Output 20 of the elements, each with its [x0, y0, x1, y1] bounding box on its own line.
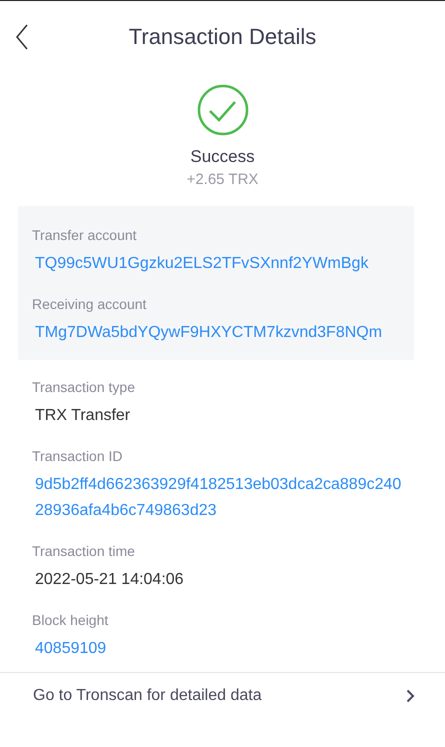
tronscan-link[interactable]: Go to Tronscan for detailed data — [0, 673, 445, 719]
field-link[interactable]: TQ99c5WU1Ggzku2ELS2TFvSXnnf2YWmBgk — [32, 251, 400, 277]
field-link[interactable]: TMg7DWa5bdYQywF9HXYCTM7kzvnd3F8NQm — [32, 320, 400, 346]
page-title: Transaction Details — [128, 22, 316, 50]
field-label: Transaction time — [32, 542, 136, 561]
tronscan-link-label: Go to Tronscan for detailed data — [33, 686, 262, 706]
field-label: Transfer account — [32, 226, 138, 245]
chevron-right-icon — [406, 689, 415, 703]
field-label: Transaction type — [32, 378, 136, 397]
field-value: 2022-05-21 14:04:06 — [34, 570, 185, 590]
amount-text: +2.65 TRX — [186, 170, 258, 190]
field-link[interactable]: 40859109 — [32, 636, 405, 662]
field-value: TRX Transfer — [34, 406, 132, 426]
field-label: Receiving account — [32, 295, 148, 314]
check-circle-icon — [196, 84, 248, 136]
status-label: Success — [190, 146, 255, 168]
back-chevron-icon — [15, 24, 29, 50]
field-label: Transaction ID — [32, 447, 124, 466]
field-link[interactable]: 9d5b2ff4d662363929f4182513eb03dca2ca889c24028936afa4b6c749863d23 — [32, 472, 405, 524]
field-label: Block height — [32, 611, 110, 630]
